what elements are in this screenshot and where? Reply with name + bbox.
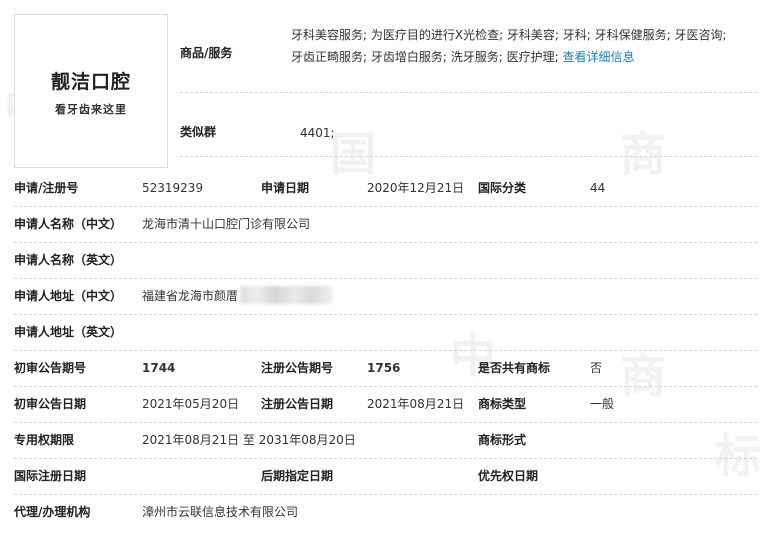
apply-date-value: 2020年12月21日 (367, 181, 465, 195)
view-details-link[interactable]: 查看详细信息 (562, 50, 634, 64)
divider (14, 278, 757, 279)
similar-group-value: 4401; (300, 126, 335, 140)
info-row: 专用权期限 2021年08月21日 至 2031年08月20日 商标形式 (14, 430, 757, 466)
exclusive-label: 专用权期限 (14, 433, 75, 447)
mark-type-value: 一般 (590, 397, 615, 411)
info-row: 申请人名称（中文） 龙海市清十山口腔门诊有限公司 (14, 214, 757, 250)
logo-name: 靓洁口腔 (50, 71, 131, 93)
agent-value: 漳州市云联信息技术有限公司 (142, 505, 299, 519)
watermark-char: 国 (330, 127, 376, 181)
divider (14, 386, 757, 387)
address-en-label: 申请人地址（英文） (14, 325, 123, 339)
info-row: 初审公告日期 2021年05月20日 注册公告日期 2021年08月21日 商标… (14, 394, 757, 430)
applicant-cn-label: 申请人名称（中文） (14, 217, 123, 231)
goods-services-line: 牙科美容服务; 为医疗目的进行X光检查; 牙科美容; 牙科; 牙科保健服务; 牙… (291, 28, 727, 42)
trademark-image: 靓洁口腔 看牙齿来这里 (14, 14, 168, 168)
mark-type-label: 商标类型 (478, 397, 527, 411)
divider (180, 156, 757, 157)
reg-no-value: 52319239 (142, 181, 204, 195)
similar-group-label: 类似群 (180, 125, 217, 139)
goods-services-label: 商品/服务 (180, 46, 233, 60)
mark-form-label: 商标形式 (478, 433, 527, 447)
reg-no-label: 申请/注册号 (14, 181, 79, 195)
applicant-en-label: 申请人名称（英文） (14, 253, 123, 267)
logo-slogan: 看牙齿来这里 (55, 103, 127, 116)
reg-pub-date-label: 注册公告日期 (261, 397, 334, 411)
divider (14, 350, 757, 351)
goods-services-line: 牙齿正畸服务; 牙齿增白服务; 洗牙服务; 医疗护理; 查看详细信息 (291, 50, 635, 64)
applicant-cn-value: 龙海市清十山口腔门诊有限公司 (142, 217, 311, 231)
goods-services-text: 牙科美容服务; 为医疗目的进行X光检查; 牙科美容; 牙科; 牙科保健服务; 牙… (291, 24, 761, 68)
divider (14, 206, 757, 207)
redacted-block (240, 286, 333, 304)
info-row: 申请人名称（英文） (14, 250, 757, 286)
info-row: 申请/注册号 52319239 申请日期 2020年12月21日 国际分类 44 (14, 178, 757, 214)
priority-date-label: 优先权日期 (478, 469, 539, 483)
prelim-date-label: 初审公告日期 (14, 397, 87, 411)
reg-pub-date-value: 2021年08月21日 (367, 397, 465, 411)
info-row: 申请人地址（中文） 福建省龙海市颜厝 (14, 286, 757, 322)
info-row: 初审公告期号 1744 注册公告期号 1756 是否共有商标 否 (14, 358, 757, 394)
prelim-no-label: 初审公告期号 (14, 361, 87, 375)
exclusive-value: 2021年08月21日 至 2031年08月20日 (142, 433, 356, 447)
address-cn-value: 福建省龙海市颜厝 (142, 289, 239, 303)
shared-value: 否 (590, 361, 603, 375)
divider (14, 422, 757, 423)
shared-label: 是否共有商标 (478, 361, 551, 375)
info-row: 代理/办理机构 漳州市云联信息技术有限公司 (14, 502, 757, 538)
reg-pub-no-label: 注册公告期号 (261, 361, 334, 375)
divider (14, 314, 757, 315)
apply-date-label: 申请日期 (261, 181, 310, 195)
agent-label: 代理/办理机构 (14, 505, 91, 519)
intl-class-value: 44 (590, 181, 606, 195)
later-date-label: 后期指定日期 (261, 469, 334, 483)
address-cn-label: 申请人地址（中文） (14, 289, 123, 303)
intl-reg-date-label: 国际注册日期 (14, 469, 87, 483)
divider (180, 92, 757, 93)
divider (14, 242, 757, 243)
reg-pub-no-value: 1756 (367, 361, 401, 375)
info-row: 国际注册日期 后期指定日期 优先权日期 (14, 466, 757, 502)
prelim-date-value: 2021年05月20日 (142, 397, 240, 411)
info-row: 申请人地址（英文） (14, 322, 757, 358)
divider (14, 494, 757, 495)
prelim-no-value: 1744 (142, 361, 176, 375)
divider (14, 458, 757, 459)
intl-class-label: 国际分类 (478, 181, 527, 195)
watermark-char: 商 (620, 127, 666, 181)
address-cn-field: 福建省龙海市颜厝 (142, 286, 333, 306)
